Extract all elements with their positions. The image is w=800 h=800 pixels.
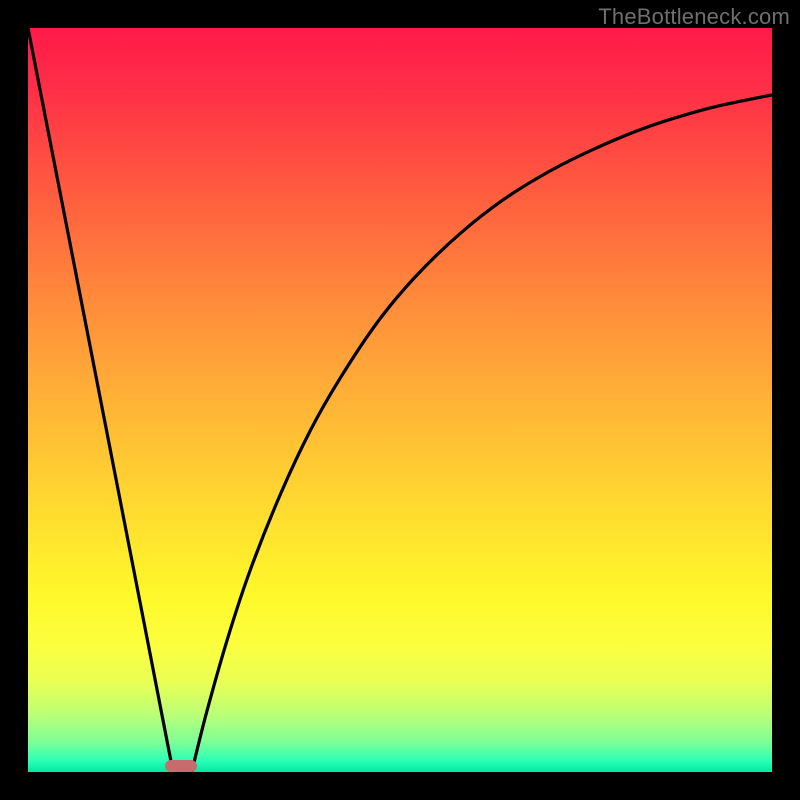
curve-path: [28, 28, 772, 772]
chart-frame: TheBottleneck.com: [0, 0, 800, 800]
optimum-marker: [165, 760, 197, 772]
plot-area: [28, 28, 772, 772]
watermark-text: TheBottleneck.com: [598, 4, 790, 30]
bottleneck-curve: [28, 28, 772, 772]
